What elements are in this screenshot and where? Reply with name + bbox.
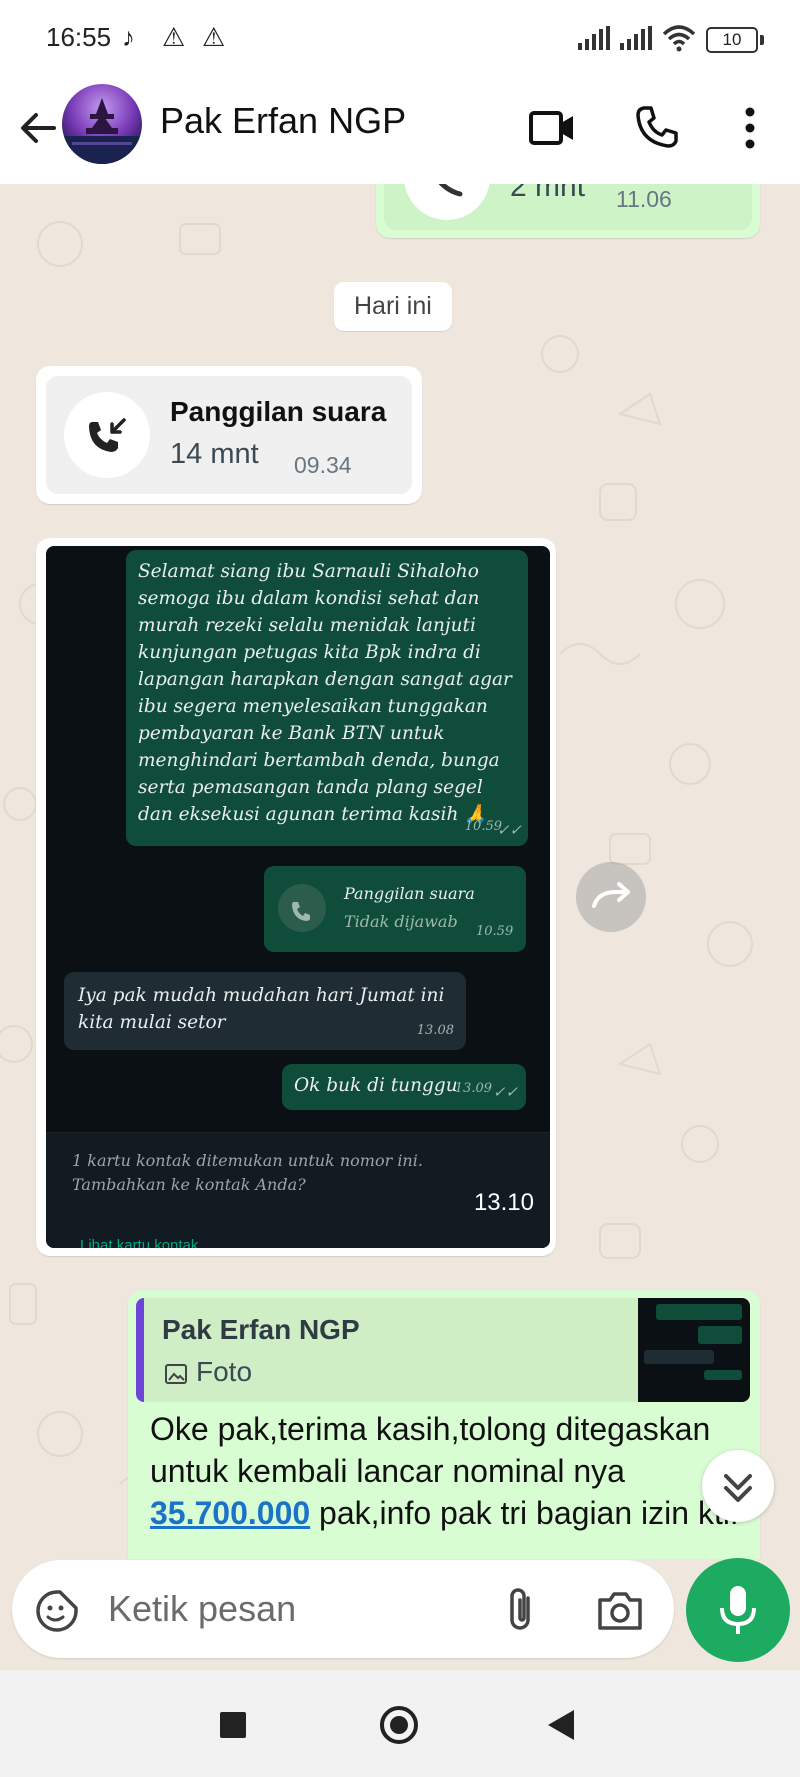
forward-icon: [592, 882, 630, 908]
phone-icon[interactable]: [634, 104, 680, 150]
message-time: 13.10: [473, 1189, 534, 1216]
chat-header: Pak Erfan NGP: [0, 76, 800, 184]
contact-name[interactable]: Pak Erfan NGP: [160, 100, 406, 142]
signal-icon: [620, 26, 652, 50]
call-title: Panggilan suara: [170, 396, 387, 427]
scroll-down-icon: [724, 1474, 752, 1502]
mic-icon: [720, 1586, 756, 1634]
amount-link[interactable]: 35.700.000: [150, 1495, 310, 1531]
message-text-after: pak,info pak tri bagian izin ktif: [310, 1495, 739, 1531]
nav-home-icon[interactable]: [380, 1706, 418, 1744]
wifi-icon: [662, 25, 696, 52]
screenshot-footer: 1 kartu kontak ditemukan untuk nomor ini…: [46, 1132, 550, 1248]
date-chip: Hari ini: [334, 282, 452, 331]
chat-screenshot-image[interactable]: Selamat siang ibu Sarnauli Sihaloho semo…: [46, 546, 550, 1248]
video-call-icon[interactable]: [528, 106, 576, 150]
status-bar: 16:55 ♪ ⚠ ⚠ 10: [0, 0, 800, 76]
quoted-sender: Pak Erfan NGP: [162, 1314, 360, 1345]
missed-call-icon: [278, 884, 326, 932]
message-text-before: Oke pak,terima kasih,tolong ditegaskan u…: [150, 1411, 711, 1489]
message-composer[interactable]: Ketik pesan: [12, 1560, 674, 1658]
nav-back-icon[interactable]: [546, 1708, 576, 1742]
tiktok-icon: ♪: [122, 22, 135, 52]
call-duration: 14 mnt: [170, 438, 259, 470]
scroll-down-button[interactable]: [702, 1450, 774, 1522]
read-ticks-icon: ✓✓: [496, 821, 522, 839]
signal-icon: [578, 26, 610, 50]
incoming-call-icon: [64, 392, 150, 478]
reply-message-bubble[interactable]: Pak Erfan NGP Foto Oke pak,terima kasih,…: [128, 1290, 760, 1559]
forward-button[interactable]: [576, 862, 646, 932]
nav-square-icon[interactable]: [220, 1712, 246, 1738]
message-text: Oke pak,terima kasih,tolong ditegaskan u…: [150, 1408, 740, 1534]
system-nav-bar: [0, 1670, 800, 1777]
quoted-type: Foto: [196, 1356, 253, 1387]
more-icon[interactable]: [738, 104, 762, 152]
quoted-message[interactable]: Pak Erfan NGP Foto: [136, 1298, 750, 1402]
camera-icon[interactable]: [596, 1588, 644, 1632]
sticker-icon[interactable]: [34, 1588, 80, 1634]
attach-icon[interactable]: [500, 1584, 540, 1636]
call-duration: 2 mnt: [510, 184, 586, 203]
battery-indicator: 10: [706, 27, 764, 53]
screenshot-message-2: Iya pak mudah mudahan hari Jumat ini kit…: [64, 972, 466, 1050]
quote-bar: [136, 1298, 144, 1402]
screenshot-message-3: Ok buk di tunggu 13.09 ✓✓: [282, 1064, 526, 1110]
screenshot-missed-call: Panggilan suara Tidak dijawab 10.59: [264, 866, 526, 952]
screenshot-message-1: Selamat siang ibu Sarnauli Sihaloho semo…: [126, 550, 528, 846]
warning-icon: ⚠: [162, 22, 186, 52]
status-time: 16:55: [46, 22, 112, 52]
warning-icon: ⚠: [202, 22, 226, 52]
incoming-call-bubble[interactable]: Panggilan suara 14 mnt 09.34: [36, 366, 422, 504]
quoted-thumbnail: [638, 1298, 750, 1402]
message-time: 09.34: [294, 452, 352, 478]
message-time: 11.06: [616, 186, 672, 212]
avatar[interactable]: [62, 84, 142, 164]
read-ticks-icon: ✓✓: [492, 1083, 518, 1101]
back-arrow-icon[interactable]: [16, 106, 60, 150]
voice-record-button[interactable]: [686, 1558, 790, 1662]
photo-icon: [165, 1364, 187, 1384]
outgoing-call-bubble[interactable]: 2 mnt 11.06: [376, 184, 760, 238]
message-input[interactable]: Ketik pesan: [108, 1588, 296, 1630]
outgoing-call-icon: [404, 184, 490, 220]
